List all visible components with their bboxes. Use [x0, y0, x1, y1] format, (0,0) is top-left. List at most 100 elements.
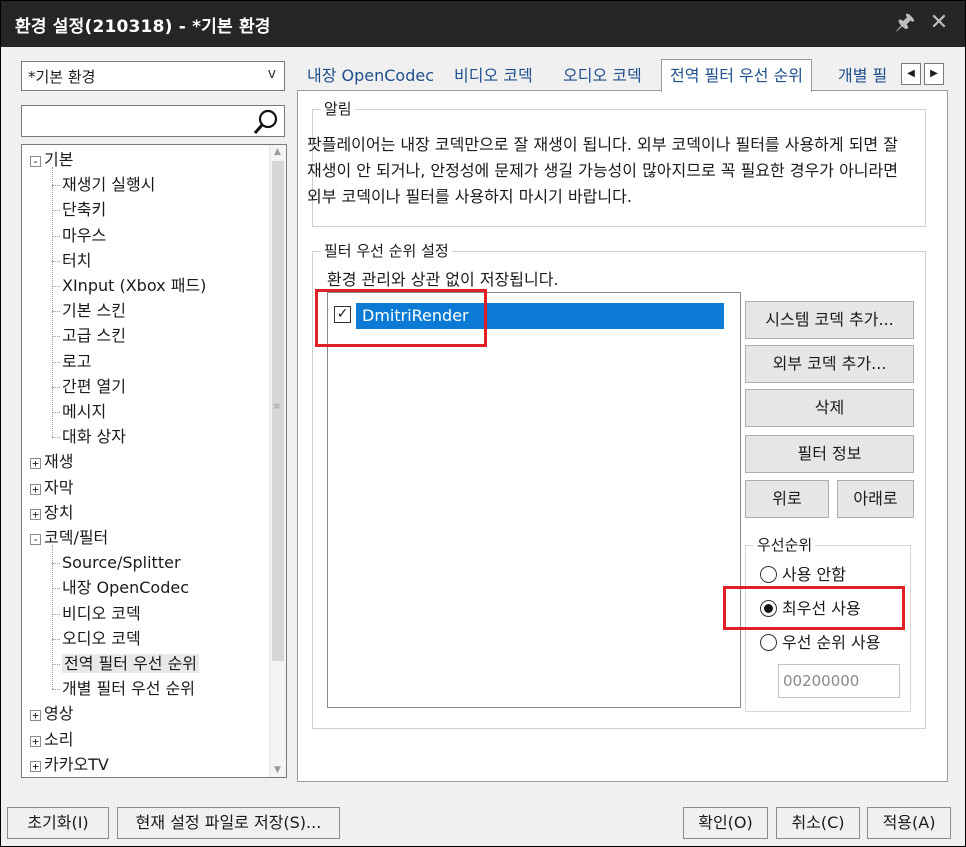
tree-item[interactable]: 개별 필터 우선 순위	[62, 676, 195, 701]
tree-item[interactable]: 로고	[62, 349, 91, 374]
save-to-file-button[interactable]: 현재 설정 파일로 저장(S)...	[117, 807, 340, 839]
tree-connector	[52, 336, 60, 338]
tree-label: 간편 열기	[62, 376, 126, 396]
cancel-button[interactable]: 취소(C)	[776, 807, 860, 839]
preset-value: *기본 환경	[28, 68, 96, 86]
radio-custom-label: 우선 순위 사용	[782, 633, 881, 652]
tree-connector	[52, 412, 60, 413]
scroll-up-icon[interactable]: ▲	[274, 147, 281, 157]
settings-window: 환경 설정(210318) - *기본 환경 🖈 ✕ *기본 환경 v - 기본 재…	[0, 0, 966, 847]
tree-scrollbar[interactable]: ▲ ≡ ▼	[269, 145, 286, 777]
tab-scroll-left-icon[interactable]: ◀	[901, 63, 921, 85]
tree-category[interactable]: + 카카오TV	[30, 752, 109, 777]
apply-button[interactable]: 적용(A)	[867, 807, 951, 839]
move-up-button[interactable]: 위로	[745, 480, 829, 518]
tree-item[interactable]: 재생기 실행시	[62, 172, 155, 197]
tree-category[interactable]: + 재생	[30, 449, 73, 474]
expand-icon[interactable]: +	[30, 760, 41, 772]
tree-connector	[52, 563, 60, 565]
window-title: 환경 설정(210318) - *기본 환경	[15, 17, 271, 37]
settings-tree[interactable]: - 기본 재생기 실행시 단축키 마우스 터치 XInput (Xbox 패드) 기본 스킨 고…	[21, 144, 287, 778]
filter-note: 환경 관리와 상관 없이 저장됩니다.	[327, 270, 559, 289]
tree-item[interactable]: 단축키	[62, 197, 106, 222]
expand-icon[interactable]: +	[30, 458, 41, 470]
collapse-icon[interactable]: -	[30, 534, 41, 545]
delete-button[interactable]: 삭제	[745, 389, 914, 427]
tree-item[interactable]: 오디오 코덱	[62, 626, 141, 651]
tree-item[interactable]: 터치	[62, 248, 91, 273]
tab-opencodec[interactable]: 내장 OpenCodec	[299, 63, 442, 91]
tree-item[interactable]: 내장 OpenCodec	[62, 575, 189, 600]
tree-label: 마우스	[62, 225, 107, 245]
tree-item[interactable]: 마우스	[62, 223, 106, 248]
tree-item[interactable]: 전역 필터 우선 순위	[62, 651, 200, 676]
reset-button[interactable]: 초기화(I)	[7, 807, 109, 839]
notice-text: 팟플레이어는 내장 코덱만으로 잘 재생이 됩니다. 외부 코덱이나 필터를 사…	[307, 135, 898, 206]
tree-item[interactable]: XInput (Xbox 패드)	[62, 273, 206, 298]
search-input[interactable]	[21, 105, 285, 137]
radio-none-label: 사용 안함	[782, 565, 846, 584]
tree-category[interactable]: + 소리	[30, 727, 73, 752]
tree-label: 기본 스킨	[62, 301, 126, 321]
tree-connector	[52, 286, 60, 287]
tree-label: 비디오 코덱	[62, 603, 141, 623]
expand-icon[interactable]: +	[30, 483, 41, 495]
notice-title: 알림	[321, 98, 355, 119]
radio-custom-dot[interactable]	[760, 634, 777, 651]
expand-icon[interactable]: +	[30, 508, 41, 520]
collapse-icon[interactable]: -	[30, 156, 41, 167]
priority-value-field[interactable]: 00200000	[778, 664, 900, 698]
add-external-codec-button[interactable]: 외부 코덱 추가...	[745, 345, 914, 383]
tree-label: XInput (Xbox 패드)	[62, 276, 207, 295]
add-system-codec-button[interactable]: 시스템 코덱 추가...	[745, 301, 914, 339]
tree-label: 기본	[44, 150, 74, 169]
filter-info-button[interactable]: 필터 정보	[745, 435, 914, 473]
tree-label: 내장 OpenCodec	[62, 578, 190, 598]
tree-connector	[52, 311, 60, 313]
tab-video-codec[interactable]: 비디오 코덱	[446, 63, 541, 91]
tree-category[interactable]: - 코덱/필터	[30, 525, 108, 550]
radio-custom[interactable]: 우선 순위 사용	[760, 631, 881, 655]
expand-icon[interactable]: +	[30, 710, 41, 722]
tree-item[interactable]: 간편 열기	[62, 374, 126, 399]
search-icon[interactable]	[252, 108, 280, 136]
tree-connector	[52, 689, 60, 691]
tree-category[interactable]: + 영상	[30, 701, 73, 726]
title-bar[interactable]: 환경 설정(210318) - *기본 환경 🖈 ✕	[1, 1, 965, 47]
radio-none-dot[interactable]	[760, 566, 777, 583]
tree-item[interactable]: Source/Splitter	[62, 550, 181, 575]
tree-connector	[52, 386, 60, 388]
tree-label: 소리	[44, 729, 74, 749]
tree-item[interactable]: 기본 스킨	[62, 298, 126, 323]
filter-list[interactable]: ✓ DmitriRender	[327, 292, 741, 708]
tree-category[interactable]: + 자막	[30, 475, 73, 500]
tree-item[interactable]: 메시지	[62, 399, 106, 424]
scroll-grip-icon: ≡	[273, 402, 281, 412]
expand-icon[interactable]: +	[30, 735, 41, 747]
tab-audio-codec[interactable]: 오디오 코덱	[555, 63, 650, 91]
tree-label: 개별 필터 우선 순위	[62, 679, 196, 699]
chevron-down-icon: v	[267, 66, 276, 82]
preset-select[interactable]: *기본 환경 v	[21, 61, 285, 91]
close-icon[interactable]: ✕	[925, 9, 953, 37]
tab-scroll-right-icon[interactable]: ▶	[924, 63, 944, 85]
tab-global-filter-priority[interactable]: 전역 필터 우선 순위	[661, 59, 813, 92]
tree-item[interactable]: 대화 상자	[62, 424, 126, 449]
tree-category[interactable]: + 장치	[30, 500, 73, 525]
tree-label: 전역 필터 우선 순위	[62, 654, 200, 673]
radio-none[interactable]: 사용 안함	[760, 563, 846, 587]
highlight-box-filter	[315, 289, 487, 347]
tree-label: 고급 스킨	[62, 326, 126, 346]
ok-button[interactable]: 확인(O)	[683, 807, 768, 839]
tree-item[interactable]: 비디오 코덱	[62, 601, 141, 626]
tree-connector	[52, 260, 60, 262]
scroll-down-icon[interactable]: ▼	[274, 765, 281, 775]
tree-connector	[52, 437, 60, 439]
tree-connector	[52, 235, 60, 237]
tree-label: 오디오 코덱	[62, 628, 141, 648]
move-down-button[interactable]: 아래로	[837, 480, 914, 518]
tree-item[interactable]: 고급 스킨	[62, 323, 126, 348]
tab-individual-filter-priority[interactable]: 개별 필	[830, 63, 895, 91]
pin-icon[interactable]: 🖈	[891, 9, 919, 37]
tab-strip: 내장 OpenCodec 비디오 코덱 오디오 코덱 전역 필터 우선 순위 개…	[297, 59, 947, 92]
